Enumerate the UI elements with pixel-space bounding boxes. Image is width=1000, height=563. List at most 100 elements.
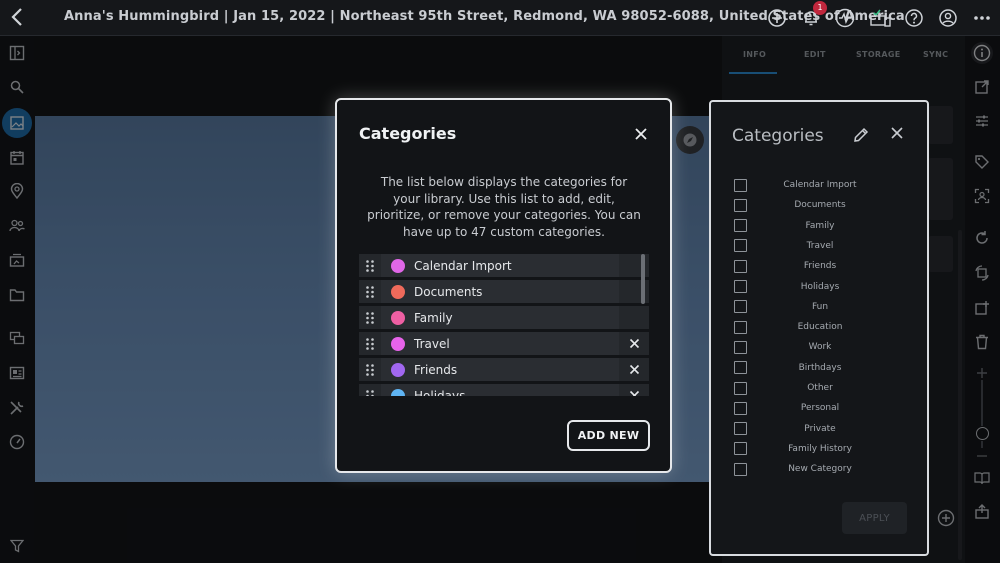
category-color-swatch[interactable] <box>391 284 405 299</box>
category-color-swatch[interactable] <box>391 336 405 351</box>
close-category-panel-button[interactable] <box>887 124 907 144</box>
drag-handle-icon[interactable] <box>359 254 381 277</box>
category-checkbox-label: Work <box>808 342 832 353</box>
category-color-swatch[interactable] <box>391 362 405 377</box>
close-dialog-button[interactable] <box>631 124 651 144</box>
category-checkbox[interactable] <box>734 401 747 415</box>
category-row[interactable]: Calendar Import <box>359 254 649 277</box>
account-icon <box>939 9 957 27</box>
sync-devices-button[interactable] <box>868 7 892 29</box>
close-icon <box>635 128 647 140</box>
category-checkbox-row[interactable]: Work <box>734 338 914 356</box>
category-checkbox-row[interactable]: Birthdays <box>734 359 914 377</box>
categories-dialog: Categories The list below displays the c… <box>335 98 672 473</box>
devices-icon <box>870 9 891 27</box>
dialog-title: Categories <box>359 124 457 143</box>
help-icon <box>905 9 923 27</box>
category-list[interactable]: Calendar Import Documents Family Travel Frie… <box>359 254 649 396</box>
category-row[interactable]: Family <box>359 306 649 329</box>
category-list-scrollbar[interactable] <box>641 254 645 304</box>
back-button[interactable] <box>6 5 30 29</box>
category-checkbox-row[interactable]: New Category <box>734 460 914 478</box>
category-row[interactable]: Friends <box>359 358 649 381</box>
category-row[interactable]: Documents <box>359 280 649 303</box>
category-checkbox-row[interactable]: Family <box>734 217 914 235</box>
category-checkbox-row[interactable]: Other <box>734 379 914 397</box>
remove-category-button[interactable] <box>619 358 649 381</box>
category-checkbox-row[interactable]: Fun <box>734 298 914 316</box>
category-label: Holidays <box>414 388 466 397</box>
category-checkbox-label: Holidays <box>800 281 840 292</box>
more-dots-icon <box>974 16 990 20</box>
category-checkbox-row[interactable]: Travel <box>734 237 914 255</box>
category-label: Family <box>414 310 453 325</box>
remove-category-button[interactable] <box>619 384 649 396</box>
apply-button[interactable]: APPLY <box>842 502 907 534</box>
category-row[interactable]: Holidays <box>359 384 649 396</box>
category-checkbox-row[interactable]: Documents <box>734 196 914 214</box>
category-checkbox-label: Personal <box>800 403 840 414</box>
category-checkbox-row[interactable]: Personal <box>734 399 914 417</box>
close-icon <box>629 390 639 396</box>
category-checkbox[interactable] <box>734 198 747 212</box>
category-checkbox-row[interactable]: Family History <box>734 440 914 458</box>
category-label: Friends <box>414 362 458 377</box>
category-checkbox-label: Calendar Import <box>783 180 857 190</box>
close-icon <box>629 338 639 349</box>
category-checkbox[interactable] <box>734 280 747 293</box>
category-checkbox[interactable] <box>734 361 747 375</box>
drag-handle-icon[interactable] <box>359 358 381 381</box>
category-checkbox[interactable] <box>734 422 747 436</box>
category-checkbox[interactable] <box>734 340 747 354</box>
category-checkbox-label: Birthdays <box>798 362 842 373</box>
category-checkbox-row[interactable]: Private <box>734 420 914 438</box>
activity-icon <box>835 8 855 28</box>
more-button[interactable] <box>971 7 993 29</box>
dialog-description: The list below displays the categories f… <box>367 175 641 239</box>
category-checkbox[interactable] <box>734 462 747 476</box>
category-checkbox-label: Travel <box>806 240 834 251</box>
activity-button[interactable] <box>834 7 856 29</box>
add-circle-icon <box>768 9 786 27</box>
category-checkbox-row[interactable]: Holidays <box>734 278 914 296</box>
category-color-swatch[interactable] <box>391 310 405 325</box>
category-panel-title: Categories <box>732 126 824 146</box>
category-label: Calendar Import <box>414 258 512 273</box>
remove-category-button <box>619 306 649 329</box>
category-checkbox-label: Private <box>804 423 836 434</box>
category-label: Documents <box>414 284 483 299</box>
remove-category-button[interactable] <box>619 332 649 355</box>
category-checkbox[interactable] <box>734 442 747 456</box>
add-new-category-button[interactable]: ADD NEW <box>567 420 650 451</box>
help-button[interactable] <box>903 7 925 29</box>
close-icon <box>891 127 903 139</box>
category-checkbox-row[interactable]: Calendar Import <box>734 176 914 194</box>
category-checkbox[interactable] <box>734 381 747 395</box>
category-checkbox[interactable] <box>734 300 747 314</box>
category-checkbox-label: Friends <box>803 261 837 272</box>
drag-handle-icon[interactable] <box>359 280 381 303</box>
category-color-swatch[interactable] <box>391 388 405 396</box>
category-color-swatch[interactable] <box>391 258 405 273</box>
account-button[interactable] <box>937 7 959 29</box>
drag-handle-icon[interactable] <box>359 306 381 329</box>
drag-handle-icon[interactable] <box>359 384 381 396</box>
category-checkbox[interactable] <box>734 239 747 253</box>
chevron-left-icon <box>11 8 22 26</box>
category-checkbox-label: Fun <box>811 301 829 312</box>
drag-handle-icon[interactable] <box>359 332 381 355</box>
pencil-icon <box>854 127 869 142</box>
category-checkbox-row[interactable]: Education <box>734 318 914 336</box>
category-checkbox-row[interactable]: Friends <box>734 257 914 275</box>
category-checkbox[interactable] <box>734 259 747 273</box>
category-checkbox[interactable] <box>734 178 747 192</box>
category-checkbox-label: Documents <box>794 200 846 211</box>
category-checkbox[interactable] <box>734 320 747 334</box>
category-row[interactable]: Travel <box>359 332 649 355</box>
close-icon <box>629 364 639 375</box>
add-button[interactable] <box>766 7 788 29</box>
edit-categories-button[interactable] <box>852 126 872 146</box>
category-checkbox[interactable] <box>734 219 747 233</box>
category-checkbox-label: Education <box>797 322 843 333</box>
category-label: Travel <box>414 336 450 351</box>
